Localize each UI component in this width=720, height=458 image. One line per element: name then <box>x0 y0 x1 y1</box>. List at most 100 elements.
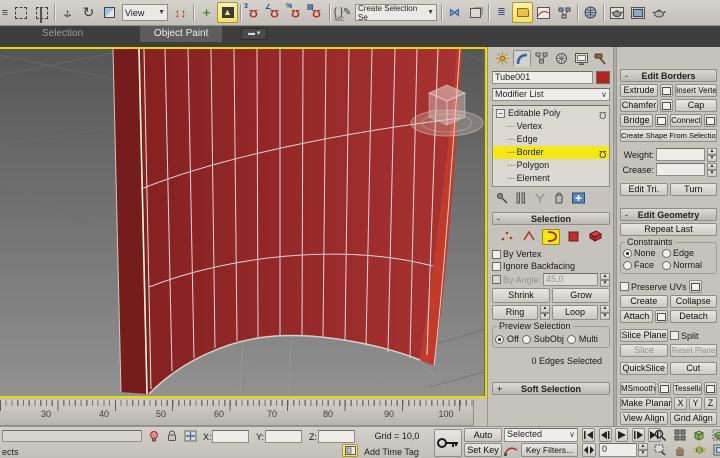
layer-manager-icon[interactable]: ≣ <box>491 2 512 23</box>
edit-named-selection-sets-icon[interactable]: { }✎ ABC <box>332 2 353 23</box>
view-align-button[interactable]: View Align <box>620 412 668 425</box>
planar-z-button[interactable]: Z <box>704 397 717 410</box>
soft-selection-rollout-header[interactable]: Soft Selection <box>492 382 610 395</box>
msmooth-settings-icon[interactable] <box>658 382 671 395</box>
go-to-start-icon[interactable] <box>582 428 595 442</box>
utilities-tab-icon[interactable] <box>591 50 610 67</box>
by-angle-spinner[interactable]: ▲▼ <box>600 273 610 286</box>
create-tab-icon[interactable] <box>493 50 512 67</box>
zoom-extents-all-icon[interactable] <box>711 428 720 442</box>
remove-modifier-icon[interactable] <box>551 190 567 205</box>
tessellate-button[interactable]: Tessellate <box>673 382 702 395</box>
tab-selection[interactable]: Selection <box>28 26 97 42</box>
viewport-canvas[interactable] <box>0 49 484 396</box>
object-name-field[interactable]: Tube001 <box>492 71 593 84</box>
pin-stack-icon[interactable] <box>494 190 510 205</box>
detach-button[interactable]: Detach <box>670 310 717 323</box>
attach-settings-icon[interactable] <box>655 310 668 323</box>
quickslice-button[interactable]: QuickSlice <box>620 362 668 375</box>
maximize-viewport-icon[interactable] <box>711 443 720 457</box>
selection-rollout-header[interactable]: Selection <box>492 212 610 225</box>
bridge-button[interactable]: Bridge <box>620 114 653 127</box>
reset-plane-button[interactable]: Reset Plane <box>670 344 717 357</box>
scene-explorer-toggle-icon[interactable] <box>512 2 533 23</box>
ignore-backfacing-checkbox[interactable] <box>492 262 501 271</box>
collapse-button[interactable]: Collapse <box>670 295 718 308</box>
set-keys-button[interactable] <box>434 429 462 457</box>
y-coordinate-field[interactable] <box>265 430 302 443</box>
create-button[interactable]: Create <box>620 295 668 308</box>
cap-button[interactable]: Cap <box>675 99 717 112</box>
slice-button[interactable]: Slice <box>620 344 668 357</box>
curve-editor-icon[interactable] <box>533 2 554 23</box>
zoom-region-icon[interactable] <box>652 443 668 457</box>
preview-subobj-radio[interactable] <box>522 335 531 344</box>
planar-y-button[interactable]: Y <box>689 397 702 410</box>
zoom-extents-icon[interactable] <box>691 428 707 442</box>
absolute-offset-mode-icon[interactable] <box>184 430 197 444</box>
selection-lock-icon[interactable] <box>166 430 178 444</box>
select-by-name-icon[interactable]: ≡ <box>0 2 10 23</box>
rendered-frame-window-icon[interactable] <box>627 2 648 23</box>
make-unique-icon[interactable] <box>532 190 548 205</box>
edit-geometry-rollout-header[interactable]: Edit Geometry <box>620 208 717 221</box>
pan-hand-icon[interactable] <box>672 443 688 457</box>
add-time-tag-label[interactable]: Add Time Tag <box>364 447 419 457</box>
constraint-none-radio[interactable] <box>623 249 632 258</box>
shrink-button[interactable]: Shrink <box>492 288 550 303</box>
bridge-settings-icon[interactable] <box>655 114 668 127</box>
motion-tab-icon[interactable] <box>552 50 571 67</box>
planar-x-button[interactable]: X <box>674 397 687 410</box>
weight-spinner[interactable]: ▲▼ <box>707 148 717 161</box>
modifier-list-dropdown[interactable]: Modifier List ∨ <box>492 88 610 101</box>
minimize-ribbon-button[interactable]: ▬ ▾ <box>241 28 267 40</box>
window-crossing-icon[interactable] <box>31 2 52 23</box>
weight-field[interactable] <box>656 148 705 161</box>
crease-field[interactable] <box>656 163 705 176</box>
ring-spinner[interactable]: ▲▼ <box>540 305 550 320</box>
connect-button[interactable]: Connect <box>670 114 702 127</box>
angle-snap-icon[interactable]: Ω∠ <box>264 2 285 23</box>
keyboard-shortcut-override-icon[interactable]: ▲ <box>217 2 238 23</box>
extrude-settings-icon[interactable] <box>660 84 673 97</box>
zoom-all-icon[interactable] <box>672 428 688 442</box>
turn-button[interactable]: Turn <box>670 183 718 196</box>
preserve-uvs-checkbox[interactable] <box>620 282 629 291</box>
select-and-manipulate-icon[interactable]: + <box>196 2 217 23</box>
default-in-out-tangent-icon[interactable] <box>504 444 518 458</box>
stack-row-element[interactable]: ┈┈Element <box>493 172 609 185</box>
preserve-uvs-settings-icon[interactable] <box>689 280 702 293</box>
show-end-result-icon[interactable] <box>513 190 529 205</box>
frame-spinner[interactable]: ▲▼ <box>638 443 648 457</box>
hierarchy-tab-icon[interactable] <box>532 50 551 67</box>
constraint-edge-radio[interactable] <box>662 249 671 258</box>
mirror-icon[interactable]: ⋈ <box>444 2 465 23</box>
loop-spinner[interactable]: ▲▼ <box>600 305 610 320</box>
stack-row-border[interactable]: ┈┈BorderΩ <box>493 146 609 159</box>
key-mode-toggle-icon[interactable] <box>582 443 596 457</box>
by-angle-field[interactable]: 45,0 <box>543 273 598 286</box>
spinner-snap-icon[interactable]: Ω▤ <box>306 2 327 23</box>
element-mode-icon[interactable] <box>586 229 604 245</box>
chamfer-button[interactable]: Chamfer <box>620 99 658 112</box>
zoom-icon[interactable] <box>652 428 668 442</box>
tessellate-settings-icon[interactable] <box>704 382 717 395</box>
play-animation-icon[interactable] <box>615 428 628 442</box>
repeat-last-button[interactable]: Repeat Last <box>620 223 717 236</box>
loop-button[interactable]: Loop <box>552 305 598 320</box>
next-frame-icon[interactable] <box>632 428 645 442</box>
constraint-normal-radio[interactable] <box>662 261 671 270</box>
by-vertex-checkbox[interactable] <box>492 250 501 259</box>
cut-button[interactable]: Cut <box>670 362 718 375</box>
use-pivot-point-center-icon[interactable]: ↕↕ <box>170 2 191 23</box>
current-frame-field[interactable]: 0 <box>599 443 637 457</box>
render-production-icon[interactable] <box>648 2 669 23</box>
maxscript-mini-listener[interactable] <box>2 430 142 442</box>
modify-tab-icon[interactable] <box>513 50 532 67</box>
set-key-button[interactable]: Set Key <box>464 443 502 457</box>
time-slider-track[interactable]: 30 40 50 60 70 80 90 100 <box>0 400 474 426</box>
material-editor-icon[interactable] <box>580 2 601 23</box>
collapse-icon[interactable]: − <box>496 109 505 118</box>
preview-multi-radio[interactable] <box>567 335 576 344</box>
percent-snap-icon[interactable]: Ω% <box>285 2 306 23</box>
